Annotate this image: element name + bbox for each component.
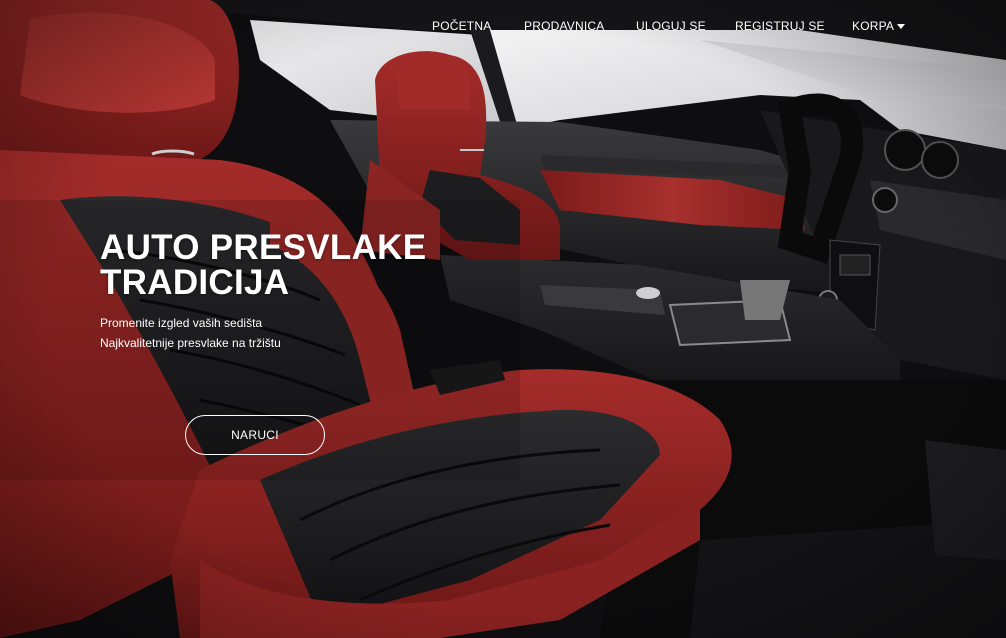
- nav-link-login[interactable]: ULOGUJ SE: [636, 19, 706, 33]
- caret-down-icon: [897, 24, 906, 29]
- order-button[interactable]: NARUCI: [185, 415, 325, 455]
- top-navigation: POČETNA PRODAVNICA ULOGUJ SE REGISTRUJ S…: [0, 0, 1006, 52]
- hero-title-line1: AUTO PRESVLAKE: [100, 228, 427, 267]
- nav-link-shop[interactable]: PRODAVNICA: [524, 19, 604, 33]
- hero-subtitle-line2: Najkvalitetnije presvlake na tržištu: [100, 336, 281, 350]
- nav-cart-label: KORPA: [852, 19, 895, 33]
- nav-dropdown-cart[interactable]: KORPA: [852, 19, 906, 33]
- hero-subtitle-line1: Promenite izgled vaših sedišta: [100, 316, 263, 330]
- nav-link-home[interactable]: POČETNA: [432, 19, 491, 33]
- hero-title: AUTO PRESVLAKE TRADICIJA: [100, 230, 520, 300]
- hero-title-line2: TRADICIJA: [100, 263, 290, 302]
- nav-link-register[interactable]: REGISTRUJ SE: [735, 19, 825, 33]
